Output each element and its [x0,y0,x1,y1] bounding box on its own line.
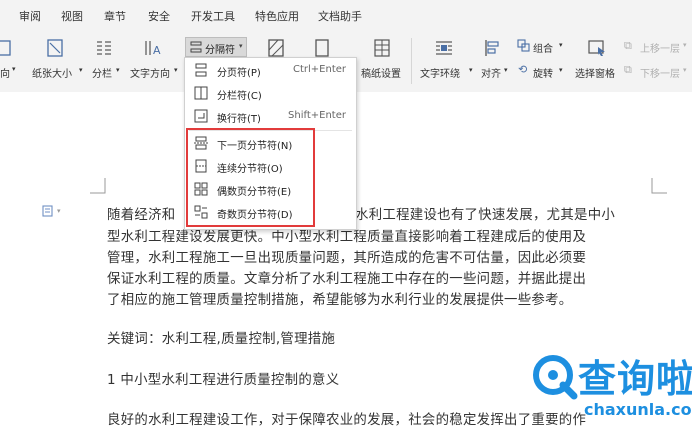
text-wrap-label[interactable]: 文字环绕 [420,65,460,80]
body-line-4: 保证水利工程的质量。文章分析了水利工程施工中存在的一些问题，并据此提出 [107,272,587,287]
menu-view[interactable]: 视图 [61,8,83,24]
watermark-url: chaxunla.com [584,400,692,419]
chevron-down-icon[interactable]: ▾ [174,66,178,74]
menu-item-line-break[interactable]: 换行符(T) Shift+Enter [185,105,356,128]
margin-corner-top-left [90,178,106,194]
columns-label[interactable]: 分栏 [92,65,112,80]
body-line-6: 良好的水利工程建设工作，对于保障农业的发展，社会的稳定发挥出了重要的作 [107,413,587,428]
align-icon[interactable] [483,38,503,58]
menu-review[interactable]: 审阅 [19,8,41,24]
text-direction-label[interactable]: 文字方向 [130,65,170,80]
watermark-brand: 查询啦 [578,357,692,401]
menu-doc-assistant[interactable]: 文档助手 [318,8,362,24]
text-direction-icon[interactable]: A [142,38,162,58]
rotate-label[interactable]: 旋转 [533,65,553,80]
svg-text:A: A [153,44,161,57]
chevron-down-icon[interactable]: ▾ [116,66,120,74]
menu-bar: 审阅 视图 章节 安全 开发工具 特色应用 文档助手 [0,0,692,30]
section-heading: 1 中小型水利工程进行质量控制的意义 [107,373,340,388]
ribbon-divider [411,38,412,84]
paragraph-format-icon[interactable] [42,205,54,217]
body-line-3: 管理，水利工程施工一旦出现质量问题，其所造成的危害不可估量，因此必须要 [107,251,587,266]
text-wrap-icon[interactable] [434,38,454,58]
paper-size-label[interactable]: 纸张大小 [32,65,72,80]
chevron-down-icon[interactable]: ▾ [559,41,563,49]
align-label[interactable]: 对齐 [481,65,501,80]
manuscript-icon[interactable] [372,38,392,58]
line-break-icon [194,109,208,123]
selection-pane-icon[interactable] [587,38,607,58]
menu-chapter[interactable]: 章节 [104,8,126,24]
paper-size-icon[interactable] [45,38,65,58]
menu-item-column-break[interactable]: 分栏符(C) [185,82,356,105]
watermark: 查询啦 chaxunla.com [530,346,692,432]
separator-icon [190,41,202,53]
group-icon[interactable] [517,39,530,52]
body-line-5: 了相应的施工管理质量控制措施，希望能够为水利行业的发展提供一些参考。 [107,293,573,308]
separator-label: 分隔符 [205,45,235,56]
highlight-box [186,128,315,227]
body-line-1a: 随着经济和 [107,208,176,223]
selection-pane-label[interactable]: 选择窗格 [575,65,615,80]
columns-icon[interactable] [94,38,114,58]
keywords-line: 关键词：水利工程,质量控制,管理措施 [107,332,336,347]
bring-forward-label: 上移一层 [640,44,680,55]
chevron-down-icon[interactable]: ▾ [57,207,61,215]
orientation-label[interactable]: 向 [0,65,10,80]
menu-item-page-break[interactable]: 分页符(P) Ctrl+Enter [185,59,356,82]
bring-forward-icon: ⧉ [624,39,632,52]
send-backward-label: 下移一层 [640,69,680,80]
chevron-down-icon[interactable]: ▾ [12,65,16,73]
menu-special-apps[interactable]: 特色应用 [255,8,299,24]
group-label[interactable]: 组合 [533,40,553,55]
body-line-1b: 水利工程建设也有了快速发展，尤其是中小 [355,208,616,223]
orientation-icon[interactable] [0,38,14,58]
manuscript-setting-label[interactable]: 稿纸设置 [361,65,401,80]
column-break-icon [194,86,208,100]
margin-corner-top-right [651,178,667,194]
chevron-down-icon: ▾ [683,41,687,49]
chevron-down-icon[interactable]: ▾ [559,66,563,74]
menu-security[interactable]: 安全 [148,8,170,24]
separator-button[interactable]: 分隔符 ▾ [185,37,247,57]
page-border-icon[interactable] [266,38,286,58]
page-break-icon [195,63,207,77]
send-backward-icon: ⧉ [624,63,632,76]
watermark-logo-icon [533,355,578,400]
chevron-down-icon[interactable]: ▾ [504,66,508,74]
chevron-down-icon[interactable]: ▾ [79,66,83,74]
chevron-down-icon: ▾ [683,66,687,74]
menu-developer-tools[interactable]: 开发工具 [191,8,235,24]
page-background-icon[interactable] [312,38,332,58]
rotate-icon[interactable]: ⟲ [518,63,527,76]
chevron-down-icon[interactable]: ▾ [469,66,473,74]
chevron-down-icon: ▾ [239,42,243,50]
